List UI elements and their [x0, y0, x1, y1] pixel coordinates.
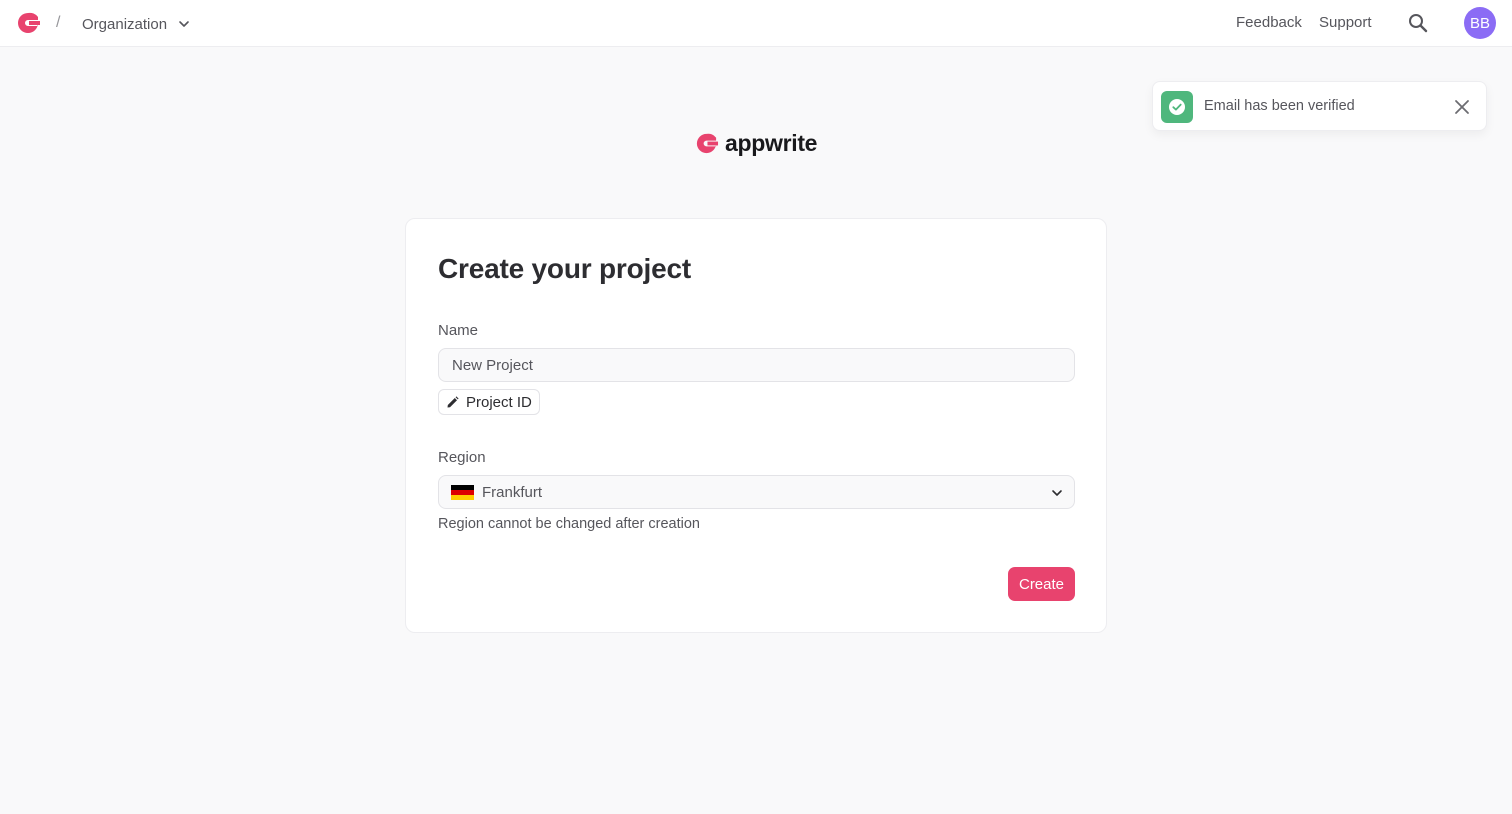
top-bar: / Organization Feedback Support BB: [0, 0, 1512, 47]
create-project-card: Create your project Name Project ID Regi…: [405, 218, 1107, 633]
check-circle-icon: [1161, 91, 1193, 123]
close-icon[interactable]: [1453, 98, 1471, 116]
organization-label: Organization: [82, 15, 168, 33]
region-value: Frankfurt: [482, 483, 543, 501]
name-label: Name: [438, 322, 479, 339]
page-title: Create your project: [438, 253, 691, 284]
user-avatar[interactable]: BB: [1464, 7, 1496, 39]
toast-notification: Email has been verified: [1152, 81, 1487, 131]
project-id-label: Project ID: [466, 393, 532, 411]
germany-flag-icon: [451, 484, 474, 500]
organization-switcher[interactable]: Organization: [82, 12, 191, 36]
toast-message: Email has been verified: [1204, 98, 1355, 114]
create-button[interactable]: Create: [1008, 567, 1075, 601]
support-link[interactable]: Support: [1319, 14, 1372, 31]
project-id-button[interactable]: Project ID: [438, 389, 540, 415]
region-select[interactable]: Frankfurt: [438, 475, 1075, 509]
appwrite-logo-icon[interactable]: [15, 10, 41, 36]
region-helper-text: Region cannot be changed after creation: [438, 516, 700, 532]
brand-logo: appwrite: [694, 128, 817, 158]
breadcrumb-separator: /: [56, 14, 61, 31]
project-name-input[interactable]: [438, 348, 1075, 382]
chevron-down-icon: [1052, 490, 1062, 496]
feedback-link[interactable]: Feedback: [1236, 14, 1302, 31]
region-label: Region: [438, 449, 486, 466]
pencil-icon: [447, 395, 459, 407]
brand-wordmark: appwrite: [725, 129, 818, 156]
appwrite-mark-icon: [696, 133, 719, 153]
chevron-down-icon: [179, 21, 189, 27]
search-icon[interactable]: [1406, 11, 1430, 35]
